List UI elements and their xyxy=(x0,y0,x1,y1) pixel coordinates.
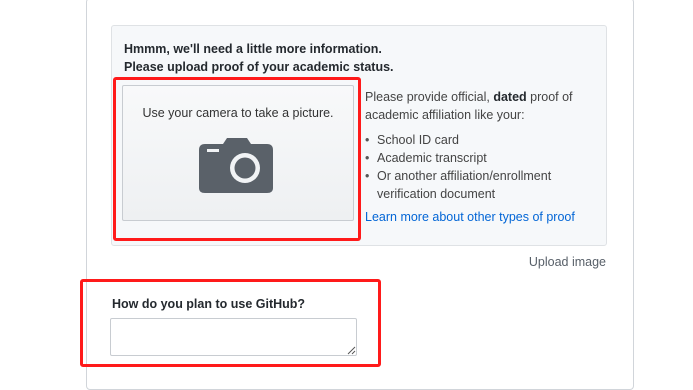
camera-prompt: Use your camera to take a picture. xyxy=(142,106,334,120)
list-item: Academic transcript xyxy=(365,149,613,167)
proof-description: Please provide official, dated proof of … xyxy=(365,90,573,122)
proof-list: School ID card Academic transcript Or an… xyxy=(365,131,613,203)
upload-image-link[interactable]: Upload image xyxy=(529,255,606,269)
usage-question-label: How do you plan to use GitHub? xyxy=(112,297,306,311)
camera-capture-button[interactable]: Use your camera to take a picture. xyxy=(122,85,354,221)
usage-question-textarea[interactable] xyxy=(110,318,357,356)
camera-icon xyxy=(199,138,273,193)
info-heading: Hmmm, we'll need a little more informati… xyxy=(124,40,584,76)
resize-grip-icon[interactable] xyxy=(347,346,356,355)
dated-emphasis: dated xyxy=(493,90,527,104)
heading-line-1: Hmmm, we'll need a little more informati… xyxy=(124,42,382,56)
heading-line-2: Please upload proof of your academic sta… xyxy=(124,60,394,74)
list-item: School ID card xyxy=(365,131,613,149)
learn-more-link[interactable]: Learn more about other types of proof xyxy=(365,210,575,224)
list-item: Or another affiliation/enrollment verifi… xyxy=(365,167,613,203)
